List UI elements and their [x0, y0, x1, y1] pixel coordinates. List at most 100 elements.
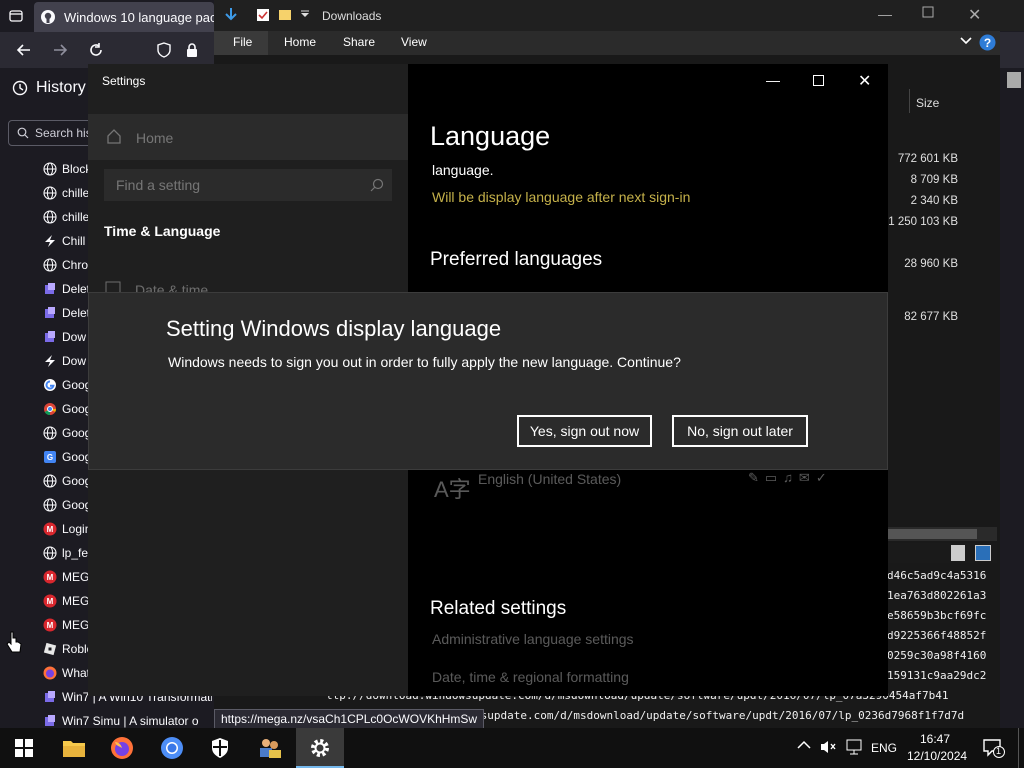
home-icon [106, 128, 122, 144]
download-url-line: wsupdate.com/d/msdownload/update/softwar… [474, 709, 965, 722]
related-link-admin-language[interactable]: Administrative language settings [432, 631, 634, 647]
settings-taskbar-icon[interactable] [296, 728, 344, 768]
hash-line: d46c5ad9c4a5316 [887, 569, 987, 582]
settings-home-item[interactable]: Home [88, 114, 408, 160]
security-shield-taskbar-icon[interactable] [196, 728, 244, 768]
settings-section-title: Time & Language [104, 223, 221, 239]
mega-icon: M [42, 593, 58, 609]
file-explorer-taskbar-icon[interactable] [50, 728, 98, 768]
history-item-label: Chill [62, 234, 86, 248]
back-button[interactable] [12, 38, 36, 62]
lock-icon[interactable] [180, 38, 204, 62]
clock-time[interactable]: 16:47 [920, 732, 950, 746]
reload-button[interactable] [84, 38, 108, 62]
mega-icon: M [42, 569, 58, 585]
hscrollbar-thumb[interactable] [887, 529, 977, 539]
close-button[interactable]: ✕ [968, 5, 981, 25]
notification-count-badge: 1 [996, 746, 1002, 756]
history-item-label: MEG [62, 618, 90, 632]
page-text: language. [432, 162, 494, 178]
tracking-shield-icon[interactable] [152, 38, 176, 62]
history-item-label: chille [62, 186, 90, 200]
settings-search-placeholder: Find a setting [116, 177, 201, 193]
related-settings-heading: Related settings [430, 598, 567, 619]
status-url-text: https://mega.nz/vsaCh1CPLc0OcWOVKhHmSw [221, 712, 478, 726]
input-language-indicator[interactable]: ENG [871, 741, 897, 755]
svg-text:M: M [47, 573, 54, 582]
folder-icon[interactable] [278, 8, 292, 22]
size-cell: 82 677 KB [904, 311, 958, 323]
settings-window-title: Settings [102, 74, 146, 88]
show-desktop-button[interactable] [1018, 728, 1024, 768]
explorer-title: Downloads [322, 9, 382, 23]
chromium-taskbar-icon[interactable] [148, 728, 196, 768]
tab-list-icon[interactable] [8, 8, 24, 24]
show-hidden-icons-chevron-icon[interactable] [797, 740, 811, 750]
volume-muted-icon[interactable] [819, 739, 837, 755]
tiles-view-icon[interactable] [975, 545, 991, 561]
start-button[interactable] [0, 728, 48, 768]
history-item-label: Dow [62, 354, 87, 368]
mega-icon: M [42, 521, 58, 537]
firefox-taskbar-icon[interactable] [98, 728, 146, 768]
language-feature-icons: ✎▭♫✉✓ [748, 470, 833, 485]
explorer-hscrollbar[interactable] [887, 527, 997, 541]
related-link-date-time-format[interactable]: Date, time & regional formatting [432, 669, 629, 685]
history-item-label: chille [62, 210, 90, 224]
quick-access-dropdown-icon[interactable] [300, 9, 310, 19]
users-taskbar-icon[interactable] [246, 728, 294, 768]
settings-search-input[interactable]: Find a setting [104, 169, 392, 201]
app-icon [42, 305, 58, 321]
dialog-message: Windows needs to sign you out in order t… [168, 354, 681, 370]
roblox-icon [42, 641, 58, 657]
forward-button[interactable] [48, 38, 72, 62]
settings-minimize-button[interactable]: — [766, 72, 780, 88]
hash-line: 0259c30a98f4160 [887, 649, 987, 662]
ribbon-tab-view[interactable]: View [401, 35, 427, 49]
ribbon-expand-icon[interactable] [960, 36, 972, 46]
bolt-icon [42, 353, 58, 369]
network-icon[interactable] [845, 739, 863, 755]
history-item-label: lp_fe [62, 546, 89, 560]
minimize-button[interactable]: — [878, 6, 892, 22]
maximize-button[interactable] [922, 6, 934, 18]
ribbon-tab-share[interactable]: Share [343, 35, 375, 49]
yes-sign-out-now-button[interactable]: Yes, sign out now [517, 415, 652, 447]
language-glyph-icon: A字 [434, 477, 471, 502]
svg-text:M: M [47, 525, 54, 534]
home-label: Home [136, 130, 174, 146]
hash-line: 159131c9aa29dc2 [887, 669, 987, 682]
svg-text:M: M [47, 621, 54, 630]
globe-icon [42, 545, 58, 561]
language-list-item[interactable]: A字 English (United States) ✎▭♫✉✓ [430, 466, 870, 510]
tab-title: Windows 10 language pack d [64, 9, 214, 25]
history-item-label: Goog [62, 450, 92, 464]
history-item-label: Chro [62, 258, 89, 272]
pending-display-language-note: Will be display language after next sign… [432, 189, 691, 205]
globe-icon [42, 425, 58, 441]
ribbon-tab-file[interactable]: File [233, 35, 252, 49]
clock-date[interactable]: 12/10/2024 [907, 749, 967, 763]
explorer-scrollbar-thumb[interactable] [1007, 72, 1021, 88]
history-item-label: Delet [62, 282, 91, 296]
properties-icon[interactable] [256, 8, 270, 22]
history-item-label: MEG [62, 570, 90, 584]
clock-icon [12, 80, 28, 96]
history-item-label: What [62, 666, 91, 680]
details-view-icon[interactable] [951, 545, 965, 561]
settings-maximize-button[interactable] [813, 75, 824, 86]
history-item-label: Goog [62, 402, 92, 416]
size-column-header[interactable]: Size [916, 96, 939, 110]
action-center-icon[interactable]: 1 [983, 738, 1005, 758]
ribbon-tab-home[interactable]: Home [284, 35, 316, 49]
app-icon [42, 689, 58, 705]
help-icon[interactable]: ? [979, 34, 996, 51]
no-sign-out-later-button[interactable]: No, sign out later [672, 415, 808, 447]
page-title: Language [430, 121, 551, 151]
size-cell: 1 250 103 KB [888, 216, 958, 228]
history-item-label: Goog [62, 378, 92, 392]
size-cell: 28 960 KB [904, 258, 958, 270]
settings-close-button[interactable]: ✕ [858, 71, 871, 91]
app-icon [42, 713, 58, 729]
browser-tab-active[interactable]: Windows 10 language pack d [34, 2, 214, 32]
